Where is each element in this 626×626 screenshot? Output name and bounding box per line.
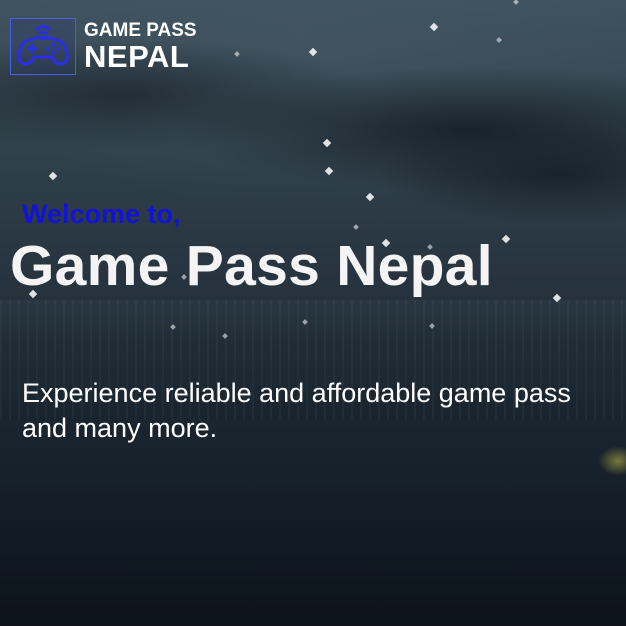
star (513, 0, 519, 5)
star (322, 138, 332, 148)
star (48, 171, 58, 181)
star (429, 22, 439, 32)
brand-logo[interactable]: GAME PASS NEPAL (10, 18, 197, 75)
logo-badge (10, 18, 76, 75)
star (501, 234, 511, 244)
star (308, 47, 318, 57)
distant-light (598, 446, 626, 476)
hero-title: Game Pass Nepal (10, 234, 493, 298)
landing-page: GAME PASS NEPAL Welcome to, Game Pass Ne… (0, 0, 626, 626)
star (496, 37, 502, 43)
brand-name-line1: GAME PASS (84, 20, 197, 41)
hero-tagline: Experience reliable and affordable game … (22, 376, 626, 446)
gamepad-icon (15, 20, 71, 73)
welcome-heading: Welcome to, (22, 199, 181, 229)
brand-wordmark: GAME PASS NEPAL (84, 21, 197, 72)
brand-name-line2: NEPAL (84, 39, 190, 74)
star (234, 51, 240, 57)
star (365, 192, 375, 202)
star (324, 166, 334, 176)
tagline-line: Experience reliable and affordable game … (22, 378, 571, 408)
tagline-line: and many more. (22, 413, 218, 443)
star (353, 224, 359, 230)
